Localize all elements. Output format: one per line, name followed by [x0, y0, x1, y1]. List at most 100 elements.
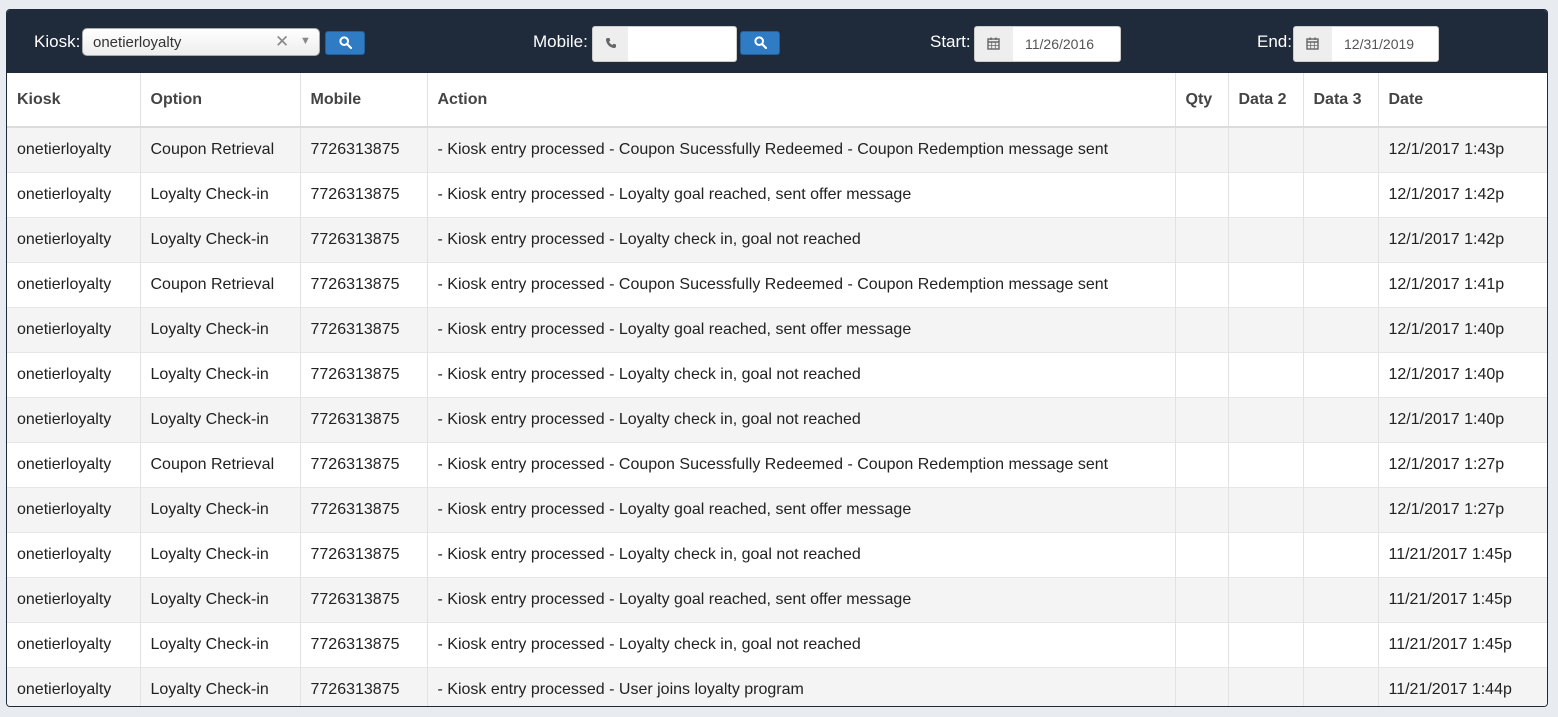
table-cell: 12/1/2017 1:43p: [1378, 126, 1547, 173]
table-cell: - Kiosk entry processed - User joins loy…: [427, 667, 1176, 706]
calendar-icon: [1306, 37, 1319, 50]
table-row[interactable]: onetierloyalty Loyalty Check-in 7726313875…: [7, 172, 1547, 218]
table-cell: Loyalty Check-in: [140, 397, 301, 443]
table-cell: 12/1/2017 1:40p: [1378, 352, 1547, 398]
table-cell: [1303, 622, 1379, 668]
table-cell: [1228, 352, 1304, 398]
column-header[interactable]: Option: [140, 73, 301, 128]
table-cell: [1228, 442, 1304, 488]
table-cell: [1175, 307, 1229, 353]
table-cell: [1228, 172, 1304, 218]
table-cell: [1228, 487, 1304, 533]
table-cell: [1175, 442, 1229, 488]
table-cell: 7726313875: [300, 487, 428, 533]
table-cell: Loyalty Check-in: [140, 217, 301, 263]
search-icon: [754, 36, 767, 49]
column-header[interactable]: Data 2: [1228, 73, 1304, 128]
kiosk-search-button[interactable]: [325, 31, 365, 55]
table-row[interactable]: onetierloyalty Coupon Retrieval 7726313875…: [7, 442, 1547, 488]
table-cell: [1175, 622, 1229, 668]
close-icon[interactable]: ✕: [275, 32, 289, 52]
end-calendar-addon[interactable]: [1293, 26, 1333, 62]
mobile-search-button[interactable]: [740, 31, 780, 55]
filter-toolbar: Kiosk: onetierloyalty ✕ ▼ Mobile: Start:…: [7, 10, 1547, 73]
phone-icon: [606, 38, 616, 48]
table-cell: onetierloyalty: [7, 442, 141, 488]
table-cell: Coupon Retrieval: [140, 262, 301, 308]
start-date-input[interactable]: 11/26/2016: [1013, 26, 1121, 62]
table-cell: onetierloyalty: [7, 487, 141, 533]
table-cell: Loyalty Check-in: [140, 577, 301, 623]
table-cell: [1303, 532, 1379, 578]
table-row[interactable]: onetierloyalty Loyalty Check-in 7726313875…: [7, 532, 1547, 578]
table-cell: [1303, 397, 1379, 443]
column-header[interactable]: Kiosk: [7, 73, 141, 128]
table-cell: [1303, 262, 1379, 308]
table-row[interactable]: onetierloyalty Loyalty Check-in 7726313875…: [7, 487, 1547, 533]
table-cell: 12/1/2017 1:42p: [1378, 217, 1547, 263]
table-cell: onetierloyalty: [7, 262, 141, 308]
mobile-label: Mobile:: [533, 32, 588, 51]
end-label: End:: [1257, 32, 1292, 51]
table-cell: 11/21/2017 1:44p: [1378, 667, 1547, 706]
end-date-value: 12/31/2019: [1344, 36, 1415, 52]
table-cell: Coupon Retrieval: [140, 442, 301, 488]
table-cell: onetierloyalty: [7, 667, 141, 706]
calendar-icon: [987, 37, 1000, 50]
column-header[interactable]: Action: [427, 73, 1176, 128]
table-cell: 7726313875: [300, 307, 428, 353]
kiosk-selected-value: onetierloyalty: [93, 34, 182, 51]
kiosk-label: Kiosk:: [34, 32, 81, 51]
column-header[interactable]: Date: [1378, 73, 1547, 128]
table-cell: [1228, 532, 1304, 578]
end-date-input[interactable]: 12/31/2019: [1332, 26, 1439, 62]
table-cell: [1303, 307, 1379, 353]
table-cell: onetierloyalty: [7, 352, 141, 398]
table-cell: [1303, 217, 1379, 263]
table-cell: [1228, 126, 1304, 173]
activity-table: Kiosk Option Mobile Action Qty Data 2 Data 3 Da…: [7, 73, 1547, 706]
table-cell: Loyalty Check-in: [140, 532, 301, 578]
table-row[interactable]: onetierloyalty Loyalty Check-in 7726313875…: [7, 307, 1547, 353]
table-row[interactable]: onetierloyalty Coupon Retrieval 7726313875…: [7, 126, 1547, 173]
column-header[interactable]: Qty: [1175, 73, 1229, 128]
table-cell: onetierloyalty: [7, 307, 141, 353]
column-header[interactable]: Data 3: [1303, 73, 1379, 128]
table-cell: onetierloyalty: [7, 577, 141, 623]
table-cell: - Kiosk entry processed - Loyalty goal r…: [427, 172, 1176, 218]
table-cell: Loyalty Check-in: [140, 352, 301, 398]
table-cell: onetierloyalty: [7, 532, 141, 578]
table-cell: onetierloyalty: [7, 622, 141, 668]
table-cell: 7726313875: [300, 217, 428, 263]
table-cell: [1228, 397, 1304, 443]
table-row[interactable]: onetierloyalty Loyalty Check-in 7726313875…: [7, 667, 1547, 706]
table-cell: [1303, 126, 1379, 173]
table-cell: Loyalty Check-in: [140, 622, 301, 668]
table-row[interactable]: onetierloyalty Loyalty Check-in 7726313875…: [7, 577, 1547, 623]
table-row[interactable]: onetierloyalty Loyalty Check-in 7726313875…: [7, 352, 1547, 398]
table-cell: - Kiosk entry processed - Loyalty check …: [427, 217, 1176, 263]
table-row[interactable]: onetierloyalty Loyalty Check-in 7726313875…: [7, 622, 1547, 668]
table-cell: - Kiosk entry processed - Loyalty check …: [427, 532, 1176, 578]
table-cell: [1228, 307, 1304, 353]
table-cell: Coupon Retrieval: [140, 126, 301, 173]
table-row[interactable]: onetierloyalty Loyalty Check-in 7726313875…: [7, 397, 1547, 443]
kiosk-select[interactable]: onetierloyalty ✕ ▼: [82, 28, 320, 56]
table-cell: onetierloyalty: [7, 172, 141, 218]
table-row[interactable]: onetierloyalty Coupon Retrieval 7726313875…: [7, 262, 1547, 308]
column-header[interactable]: Mobile: [300, 73, 428, 128]
mobile-input[interactable]: [628, 26, 737, 62]
table-cell: 11/21/2017 1:45p: [1378, 622, 1547, 668]
table-cell: [1303, 172, 1379, 218]
table-cell: [1228, 217, 1304, 263]
table-cell: 12/1/2017 1:27p: [1378, 442, 1547, 488]
table-row[interactable]: onetierloyalty Loyalty Check-in 7726313875…: [7, 217, 1547, 263]
table-cell: [1303, 352, 1379, 398]
chevron-down-icon[interactable]: ▼: [300, 35, 311, 47]
start-calendar-addon[interactable]: [974, 26, 1014, 62]
table-cell: [1175, 352, 1229, 398]
table-cell: - Kiosk entry processed - Loyalty check …: [427, 397, 1176, 443]
table-cell: 12/1/2017 1:42p: [1378, 172, 1547, 218]
search-icon: [339, 36, 352, 49]
table-cell: 11/21/2017 1:45p: [1378, 532, 1547, 578]
